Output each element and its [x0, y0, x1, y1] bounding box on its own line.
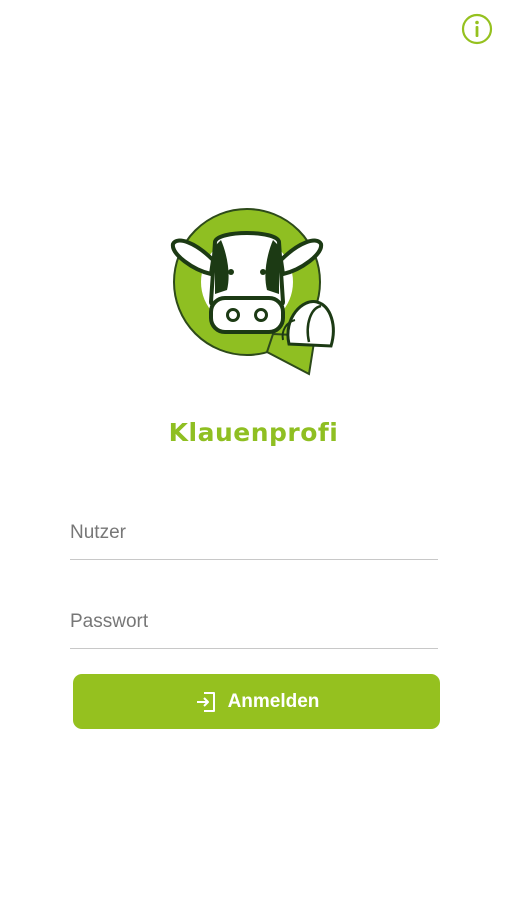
login-arrow-icon — [194, 690, 218, 714]
login-button-label: Anmelden — [227, 690, 320, 712]
info-icon — [461, 13, 493, 45]
password-input[interactable] — [70, 607, 438, 637]
login-button[interactable]: Anmelden — [73, 674, 440, 729]
login-screen: Klauenprofi Anmelden — [0, 0, 507, 900]
username-field-wrapper — [70, 518, 438, 560]
cow-hoof-q-logo-icon — [171, 208, 335, 376]
app-logo — [165, 202, 341, 378]
password-field-wrapper — [70, 607, 438, 649]
username-input[interactable] — [70, 518, 438, 548]
app-title: Klauenprofi — [168, 418, 339, 447]
info-button[interactable] — [461, 13, 493, 45]
